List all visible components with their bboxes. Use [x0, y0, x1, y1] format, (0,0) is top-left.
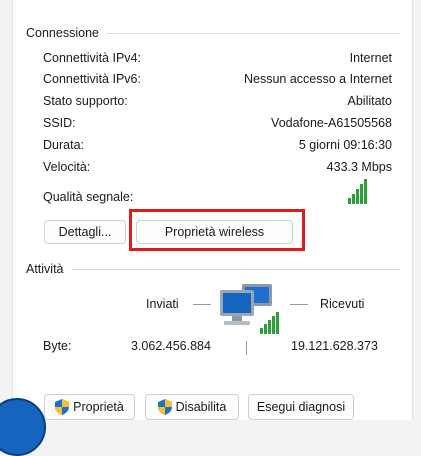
signal-bar — [348, 198, 351, 204]
bytes-sent-value: 3.062.456.884 — [131, 339, 211, 353]
ipv4-value: Internet — [349, 51, 392, 65]
signal-bar — [352, 194, 355, 204]
signal-label: Qualità segnale: — [43, 190, 134, 204]
network-computers-icon — [220, 284, 279, 334]
disable-button[interactable]: Disabilita — [145, 394, 239, 420]
duration-value: 5 giorni 09:16:30 — [298, 138, 392, 152]
duration-row: Durata: 5 giorni 09:16:30 — [43, 136, 392, 154]
ipv6-row: Connettività IPv6: Nessun accesso a Inte… — [43, 70, 392, 88]
ipv6-label: Connettività IPv6: — [43, 72, 141, 86]
speed-label: Velocità: — [43, 160, 91, 174]
group-divider — [71, 268, 400, 270]
ssid-label: SSID: — [43, 116, 76, 130]
bytes-separator — [246, 341, 247, 355]
signal-bar — [364, 179, 367, 204]
media-state-value: Abilitato — [347, 94, 392, 108]
media-state-label: Stato supporto: — [43, 94, 128, 108]
ipv4-row: Connettività IPv4: Internet — [43, 49, 392, 67]
ipv6-value: Nessun accesso a Internet — [244, 72, 392, 86]
media-state-row: Stato supporto: Abilitato — [43, 92, 392, 110]
signal-bar — [360, 184, 363, 204]
activity-group-header: Attività — [26, 261, 400, 277]
ssid-row: SSID: Vodafone-A61505568 — [43, 114, 392, 132]
speed-row: Velocità: 433.3 Mbps — [43, 158, 392, 176]
group-divider — [106, 32, 400, 34]
bytes-label: Byte: — [43, 339, 72, 353]
highlight-box — [129, 209, 305, 251]
connection-header-label: Connessione — [26, 26, 99, 40]
activity-header-label: Attività — [26, 262, 64, 276]
signal-row: Qualità segnale: — [43, 188, 392, 206]
sent-divider — [193, 304, 211, 305]
speed-value: 433.3 Mbps — [326, 160, 392, 174]
received-divider — [290, 304, 308, 305]
ssid-value: Vodafone-A61505568 — [271, 116, 392, 130]
received-label: Ricevuti — [320, 297, 365, 311]
wifi-status-panel: Connessione Connettività IPv4: Internet … — [12, 0, 413, 420]
signal-strength-icon — [348, 178, 367, 204]
signal-bar — [356, 189, 359, 204]
bytes-received-value: 19.121.628.373 — [291, 339, 378, 353]
properties-button[interactable]: Proprietà — [44, 394, 135, 420]
details-button[interactable]: Dettagli... — [44, 220, 126, 244]
duration-label: Durata: — [43, 138, 84, 152]
connection-group-header: Connessione — [26, 25, 400, 41]
shield-icon — [157, 399, 172, 415]
shield-icon — [55, 399, 70, 415]
properties-label: Proprietà — [73, 400, 124, 414]
disable-label: Disabilita — [175, 400, 227, 414]
ipv4-label: Connettività IPv4: — [43, 51, 141, 65]
sent-label: Inviati — [146, 297, 179, 311]
diagnose-button[interactable]: Esegui diagnosi — [248, 394, 354, 420]
